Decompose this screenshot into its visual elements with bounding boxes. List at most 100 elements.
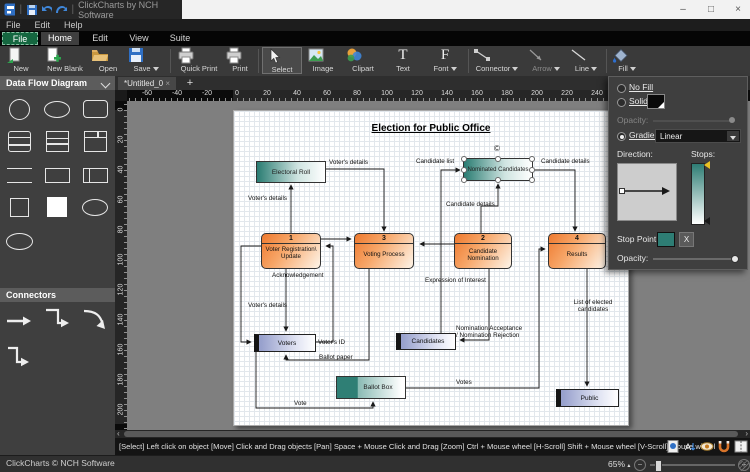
connector[interactable] xyxy=(533,170,575,231)
print-button[interactable]: Print xyxy=(224,47,256,74)
line-dropdown-icon[interactable] xyxy=(591,67,597,71)
process-voting-process[interactable]: 3 Voting Process xyxy=(354,233,414,269)
zoom-out-button[interactable]: − xyxy=(634,459,646,471)
gradient-radio[interactable] xyxy=(617,132,626,141)
scroll-left-icon[interactable]: ‹ xyxy=(117,430,120,438)
tab-suite[interactable]: Suite xyxy=(160,32,200,45)
connector[interactable] xyxy=(326,169,384,231)
process-voter-registration[interactable]: 1 Voter Registration\ Update xyxy=(261,233,321,269)
font-button[interactable]: F Font xyxy=(424,47,466,74)
shape-rectangle[interactable] xyxy=(42,162,72,188)
tab-home[interactable]: Home xyxy=(41,32,79,45)
shape-open-data-store[interactable] xyxy=(4,162,34,188)
flow-label[interactable]: Ballot paper xyxy=(319,354,353,361)
minimize-button[interactable]: – xyxy=(672,3,694,16)
stop-point-color-swatch[interactable] xyxy=(657,232,675,247)
flow-label[interactable]: Vote xyxy=(294,400,307,407)
redo-icon[interactable] xyxy=(56,4,67,15)
opacity-slider[interactable] xyxy=(653,258,735,260)
arrow-button[interactable]: Arrow xyxy=(526,47,566,74)
tab-view[interactable]: View xyxy=(121,32,157,45)
rotation-handle[interactable]: © xyxy=(494,144,500,153)
gradient-stops-bar[interactable] xyxy=(691,163,705,225)
node-ballot-box[interactable]: Ballot Box xyxy=(336,376,406,399)
process-results[interactable]: 4 Results xyxy=(548,233,606,269)
node-electoral-roll[interactable]: Electoral Roll xyxy=(256,161,326,183)
page[interactable]: Election for Public Office xyxy=(233,110,629,426)
flow-label[interactable]: Expression of Interest xyxy=(425,277,486,284)
flow-label[interactable]: Candidate details xyxy=(541,158,590,165)
connector[interactable] xyxy=(481,184,498,233)
text-button[interactable]: T Text xyxy=(386,47,420,74)
zoom-slider-handle[interactable] xyxy=(655,460,662,472)
letter-a-icon[interactable]: A xyxy=(683,440,697,453)
process-candidate-nomination[interactable]: 2 Candidate Nomination xyxy=(454,233,512,269)
no-fill-label[interactable]: No Fill xyxy=(629,82,653,92)
flow-label[interactable]: Nomination Acceptance / Nomination Rejec… xyxy=(456,325,522,339)
shape-ellipse-2[interactable] xyxy=(80,194,110,220)
node-voters[interactable]: Voters xyxy=(254,334,316,352)
no-fill-radio[interactable] xyxy=(617,84,626,93)
node-public[interactable]: Public xyxy=(556,389,619,407)
connector-elbow-arrow[interactable] xyxy=(42,306,72,332)
shape-filled-square[interactable] xyxy=(42,194,72,220)
close-button[interactable]: × xyxy=(727,3,749,16)
fill-button[interactable]: Fill xyxy=(610,47,644,74)
solid-color-swatch[interactable] xyxy=(647,94,665,109)
magnet-icon[interactable] xyxy=(717,440,731,453)
shape-split-top-rectangle[interactable] xyxy=(80,128,110,154)
shape-ellipse[interactable] xyxy=(42,96,72,122)
flow-label[interactable]: Voter's ID xyxy=(318,339,345,346)
shape-left-bar-rectangle[interactable] xyxy=(80,162,110,188)
flow-label[interactable]: Voter's details xyxy=(329,159,368,166)
flow-label[interactable]: Acknowledgement xyxy=(272,272,323,279)
selection-handle[interactable] xyxy=(529,156,535,162)
selection-handle[interactable] xyxy=(495,177,501,183)
clipart-button[interactable]: Clipart xyxy=(344,47,382,74)
gradient-direction-box[interactable] xyxy=(617,163,677,221)
quick-print-button[interactable]: Quick Print xyxy=(176,47,222,74)
opacity-slider-handle[interactable] xyxy=(731,255,739,263)
connector[interactable] xyxy=(241,246,261,342)
menu-edit[interactable]: Edit xyxy=(35,20,51,30)
new-button[interactable]: New xyxy=(4,47,38,74)
maximize-button[interactable]: □ xyxy=(700,3,722,16)
delete-stop-button[interactable]: X xyxy=(679,232,694,247)
shape-ellipse-3[interactable] xyxy=(4,228,34,254)
selection-handle[interactable] xyxy=(529,177,535,183)
new-blank-button[interactable]: New Blank xyxy=(42,47,88,74)
node-nominated-candidates[interactable]: Nominated Candidates © xyxy=(463,158,533,181)
split-page-icon[interactable] xyxy=(734,440,748,453)
shape-rounded-rectangle[interactable] xyxy=(80,96,110,122)
flow-label[interactable]: Voter's details xyxy=(248,195,287,202)
tab-file[interactable]: File xyxy=(2,32,38,45)
flow-label[interactable]: Candidate list xyxy=(416,158,454,165)
select-button[interactable]: Select xyxy=(262,47,302,74)
selection-handle[interactable] xyxy=(461,177,467,183)
fill-dropdown-icon[interactable] xyxy=(630,67,636,71)
tab-close-icon[interactable]: × xyxy=(165,79,170,88)
gradient-stop-marker-top[interactable] xyxy=(704,161,710,169)
scrollbar-thumb[interactable] xyxy=(124,431,738,437)
flow-label[interactable]: Candidate details xyxy=(446,201,495,208)
selection-handle[interactable] xyxy=(495,156,501,162)
scroll-right-icon[interactable]: › xyxy=(745,430,748,438)
tab-edit[interactable]: Edit xyxy=(82,32,118,45)
selection-handle[interactable] xyxy=(461,156,467,162)
page-image-icon[interactable] xyxy=(666,440,680,453)
zoom-slider[interactable] xyxy=(650,464,735,466)
arrow-dropdown-icon[interactable] xyxy=(554,67,560,71)
section-connectors[interactable]: Connectors xyxy=(0,288,115,302)
line-button[interactable]: Line xyxy=(568,47,604,74)
gradient-stop-marker-bottom[interactable] xyxy=(704,217,710,225)
connector-dropdown-icon[interactable] xyxy=(512,67,518,71)
save-button[interactable]: Save xyxy=(126,47,166,74)
eye-icon[interactable] xyxy=(700,440,714,453)
solid-radio[interactable] xyxy=(617,98,626,107)
horizontal-scrollbar[interactable]: ‹ › xyxy=(115,430,750,438)
menu-file[interactable]: File xyxy=(6,20,21,30)
shape-circle[interactable] xyxy=(4,96,34,122)
flow-label[interactable]: Voter's details xyxy=(248,302,287,309)
shape-square[interactable] xyxy=(4,194,34,220)
connector-curved-arrow[interactable] xyxy=(80,306,110,332)
